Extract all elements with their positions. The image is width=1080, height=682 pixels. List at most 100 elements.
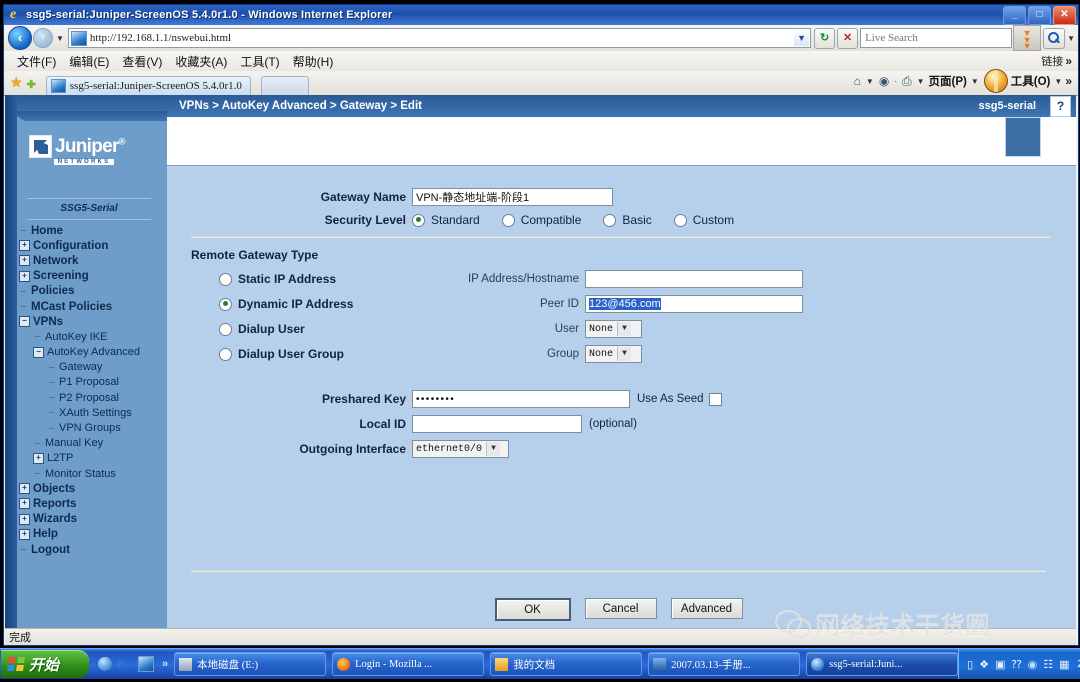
sidebar-item-p1-proposal[interactable]: – P1 Proposal [19, 375, 167, 390]
menu-file[interactable]: 文件(F) [17, 53, 56, 70]
menu-favorites[interactable]: 收藏夹(A) [175, 53, 227, 70]
remote-field-input[interactable]: 123@456.com [585, 295, 803, 313]
security-level-radio-basic[interactable] [603, 213, 617, 227]
expand-icon[interactable]: + [33, 452, 44, 464]
start-button[interactable]: 开始 [1, 650, 89, 678]
sidebar-item-l2tp[interactable]: + L2TP [19, 451, 167, 466]
display-icon[interactable]: ▦ [1059, 658, 1069, 671]
ie-quicklaunch-icon[interactable]: e [118, 657, 132, 671]
menu-edit[interactable]: 编辑(E) [69, 53, 109, 70]
sidebar-item-autokey-ike[interactable]: – AutoKey IKE [19, 329, 167, 344]
sidebar-item-mcast-policies[interactable]: – MCast Policies [19, 299, 167, 314]
sidebar-item-wizards[interactable]: + Wizards [19, 512, 167, 527]
sidebar-item-reports[interactable]: + Reports [19, 496, 167, 511]
remote-type-radio-static-ip-address[interactable] [219, 272, 232, 286]
back-button[interactable]: ‹ [8, 26, 32, 50]
remote-type-radio-dialup-user[interactable] [219, 322, 232, 336]
expand-icon[interactable]: + [19, 270, 30, 282]
alert-icon[interactable]: ⁇ [1011, 658, 1021, 671]
tools-dropdown-icon[interactable]: ▼ [1054, 77, 1062, 86]
maximize-button[interactable]: □ [1028, 6, 1051, 25]
network-icon[interactable]: ☷ [1043, 658, 1053, 671]
page-dropdown-icon[interactable]: ▼ [971, 77, 979, 86]
security-level-radio-standard[interactable] [412, 213, 425, 227]
minimize-button[interactable]: _ [1003, 6, 1026, 25]
new-tab-button[interactable] [260, 76, 309, 95]
cancel-button[interactable]: Cancel [584, 598, 657, 619]
expand-icon[interactable]: + [19, 513, 30, 525]
pen-icon[interactable]: ❖ [979, 658, 989, 671]
sidebar-item-vpn-groups[interactable]: – VPN Groups [19, 420, 167, 435]
page-menu[interactable]: 页面(P) [929, 73, 967, 89]
remote-field-select[interactable]: None ▼ [585, 320, 642, 338]
forward-button[interactable]: › [33, 28, 53, 48]
taskbar-task[interactable]: 我的文档 [490, 652, 643, 676]
expand-icon[interactable]: + [19, 240, 30, 252]
outgoing-interface-select[interactable]: ethernet0/0 ▼ [412, 440, 509, 458]
links-label[interactable]: 链接 [1041, 53, 1065, 69]
search-box[interactable] [860, 28, 1013, 48]
security-level-radio-custom[interactable] [673, 213, 687, 227]
ok-button[interactable]: OK [494, 598, 571, 621]
remote-field-input[interactable] [585, 270, 803, 288]
feeds-icon[interactable]: ◉ [879, 74, 889, 88]
print-icon[interactable]: ⎙ [902, 74, 912, 89]
sidebar-item-xauth-settings[interactable]: – XAuth Settings [19, 405, 167, 420]
taskbar-task[interactable]: 2007.03.13-手册... [648, 652, 801, 676]
help-button[interactable]: ? [1050, 95, 1071, 117]
menu-help[interactable]: 帮助(H) [293, 53, 334, 70]
toolbar-overflow-icon[interactable]: » [1065, 74, 1078, 88]
tools-menu[interactable]: 工具(O) [1011, 73, 1051, 89]
volume-icon[interactable]: ◉ [1028, 658, 1038, 671]
local-id-input[interactable] [412, 415, 582, 433]
sidebar-item-manual-key[interactable]: – Manual Key [19, 436, 167, 451]
advanced-button[interactable]: Advanced [670, 598, 743, 619]
sidebar-item-p2-proposal[interactable]: – P2 Proposal [19, 390, 167, 405]
close-button[interactable]: ✕ [1053, 6, 1076, 25]
search-provider-button[interactable]: ▼ ▼ ▼ [1013, 25, 1042, 51]
remote-field-select[interactable]: None ▼ [585, 345, 642, 363]
sidebar-item-help[interactable]: + Help [19, 527, 167, 542]
sidebar-item-logout[interactable]: – Logout [19, 542, 167, 557]
search-icon[interactable] [1043, 27, 1066, 49]
expand-icon[interactable]: + [19, 483, 30, 495]
sidebar-item-objects[interactable]: + Objects [19, 481, 167, 496]
menu-overflow-icon[interactable]: » [1065, 54, 1078, 68]
menu-view[interactable]: 查看(V) [122, 53, 162, 70]
search-input[interactable] [861, 31, 986, 45]
address-bar[interactable]: http://192.168.1.1/nswebui.html ▼ [67, 28, 812, 48]
favorites-star-icon[interactable]: ★ [10, 74, 23, 91]
sidebar-item-network[interactable]: + Network [19, 253, 167, 268]
home-icon[interactable]: ⌂ [854, 74, 861, 88]
menu-tools[interactable]: 工具(T) [240, 53, 279, 70]
sidebar-item-autokey-advanced[interactable]: − AutoKey Advanced [19, 345, 167, 360]
taskbar-task[interactable]: ssg5-serial:Juni... [806, 652, 959, 676]
media-quicklaunch-icon[interactable] [138, 656, 154, 672]
sidebar-item-screening[interactable]: + Screening [19, 269, 167, 284]
show-desktop-icon[interactable] [98, 657, 112, 671]
sidebar-item-configuration[interactable]: + Configuration [19, 238, 167, 253]
sidebar-item-policies[interactable]: – Policies [19, 284, 167, 299]
use-as-seed-checkbox[interactable] [709, 392, 723, 406]
sidebar-item-gateway[interactable]: – Gateway [19, 360, 167, 375]
sidebar-item-home[interactable]: – Home [19, 223, 167, 238]
remote-type-radio-dialup-user-group[interactable] [219, 347, 232, 361]
taskbar-task[interactable]: Login - Mozilla ... [332, 652, 485, 676]
print-dropdown-icon[interactable]: ▼ [917, 77, 925, 86]
collapse-icon[interactable]: − [33, 346, 44, 358]
expand-icon[interactable]: + [19, 498, 30, 510]
taskbar-task[interactable]: 本地磁盘 (E:) [174, 652, 327, 676]
expand-icon[interactable]: + [19, 528, 30, 540]
browser-tab[interactable]: ssg5-serial:Juniper-ScreenOS 5.4.0r1.0 [45, 76, 251, 95]
window-controls[interactable]: _ □ ✕ [1003, 6, 1076, 25]
history-dropdown-icon[interactable]: ▼ [56, 34, 64, 43]
gateway-name-input[interactable] [412, 188, 613, 206]
preshared-key-input[interactable] [412, 390, 630, 408]
monitor-icon[interactable]: ▣ [995, 658, 1005, 671]
sidebar-item-vpns[interactable]: − VPNs [19, 314, 167, 329]
expand-icon[interactable]: + [19, 255, 30, 267]
collapse-icon[interactable]: − [19, 316, 30, 328]
address-dropdown-icon[interactable]: ▼ [794, 30, 810, 46]
home-dropdown-icon[interactable]: ▼ [866, 77, 874, 86]
usb-icon[interactable]: ▯ [967, 658, 973, 671]
